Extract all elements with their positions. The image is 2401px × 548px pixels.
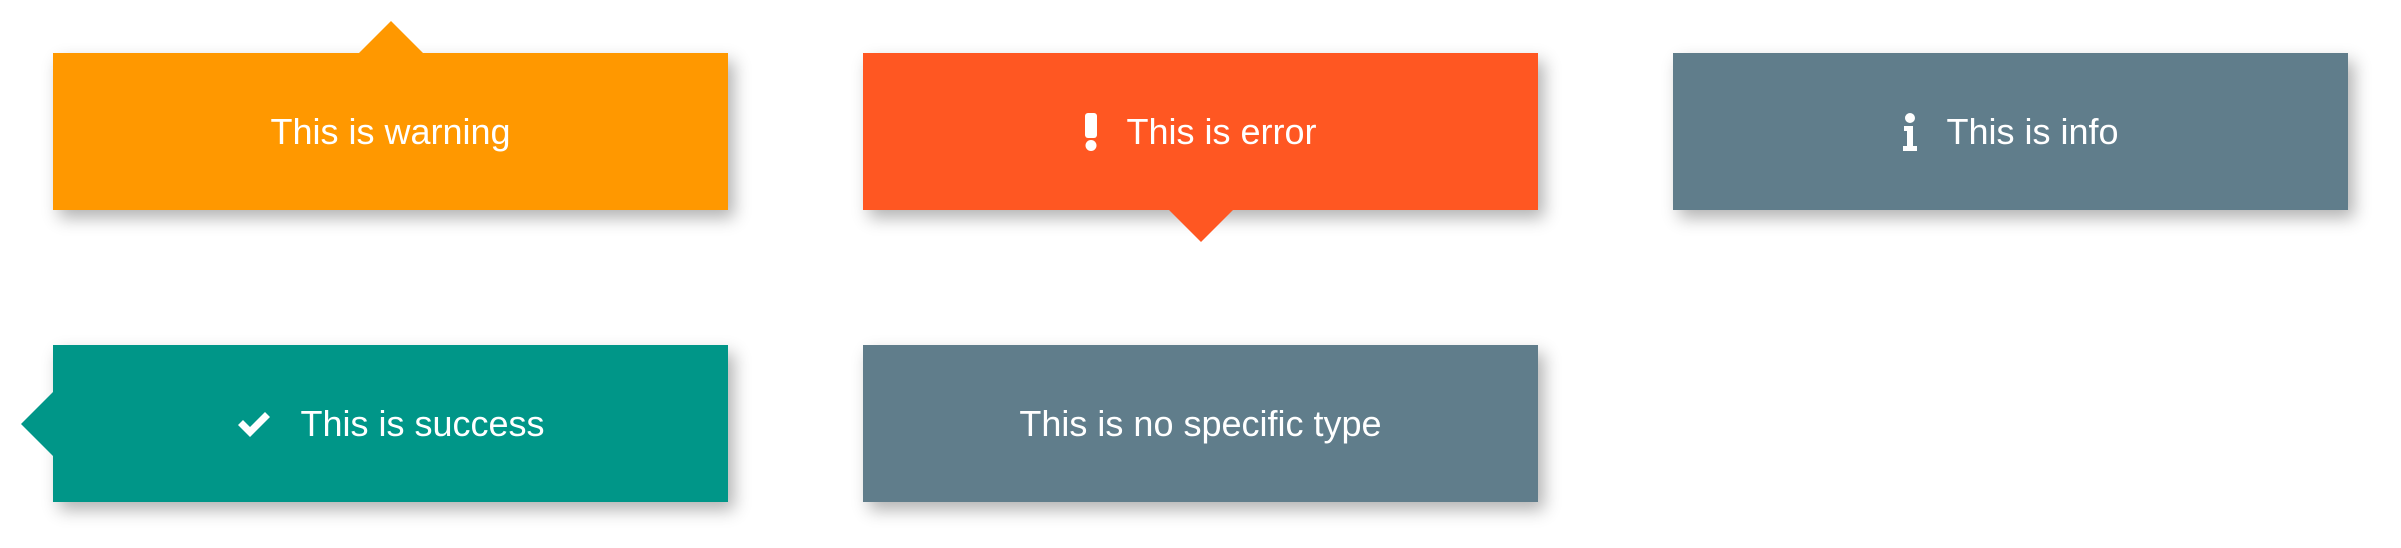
checkmark-icon bbox=[236, 409, 272, 439]
toast-error-text: This is error bbox=[1126, 110, 1317, 152]
toast-success-text: This is success bbox=[300, 402, 545, 444]
toast-demo-canvas: This is warning This is error This is in… bbox=[0, 0, 2401, 548]
toast-warning-text: This is warning bbox=[270, 110, 511, 152]
toast-arrow-down bbox=[1168, 210, 1233, 242]
toast-plain-text: This is no specific type bbox=[1019, 402, 1382, 444]
toast-success[interactable]: This is success bbox=[21, 345, 728, 502]
toast-plain[interactable]: This is no specific type bbox=[863, 345, 1538, 502]
toast-warning[interactable]: This is warning bbox=[53, 21, 728, 210]
toast-arrow-up bbox=[358, 21, 423, 53]
exclamation-icon bbox=[1084, 112, 1098, 151]
info-icon bbox=[1902, 112, 1918, 151]
toast-info-text: This is info bbox=[1946, 110, 2119, 152]
toast-info[interactable]: This is info bbox=[1673, 53, 2348, 210]
toast-arrow-left bbox=[21, 391, 53, 456]
toast-error[interactable]: This is error bbox=[863, 53, 1538, 242]
